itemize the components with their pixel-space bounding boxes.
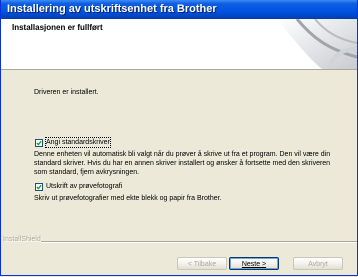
test-photo-description: Skriv ut prøvefotografier med ekte blekk… (34, 195, 222, 202)
title-bar: Installering av utskriftsenhet fra Broth… (1, 0, 357, 19)
default-printer-description: Denne enheten vil automatisk bli valgt n… (34, 151, 331, 176)
default-printer-checkbox[interactable] (35, 139, 43, 147)
back-button-label: < Tilbake (187, 261, 217, 268)
default-printer-label[interactable]: Angi standardskriver (45, 137, 111, 148)
header-banner-graphic (277, 19, 357, 69)
test-photo-label[interactable]: Utskrift av prøvefotografi (46, 182, 122, 191)
checkmark-icon (36, 184, 42, 190)
header-panel: Installasjonen er fullført (1, 19, 357, 70)
cancel-button-label: Avbryt (308, 261, 328, 268)
back-button[interactable]: < Tilbake (177, 257, 227, 270)
window-title: Installering av utskriftsenhet fra Broth… (7, 3, 217, 15)
driver-installed-text: Driveren er installert. (34, 89, 99, 96)
cancel-button[interactable]: Avbryt (293, 257, 343, 270)
next-button-label: Neste > (241, 261, 267, 268)
header-title: Installasjonen er fullført (12, 23, 103, 32)
next-button[interactable]: Neste > (229, 257, 279, 270)
footer-divider (41, 241, 357, 243)
installshield-brand: InstallShield (3, 236, 41, 243)
installer-window: Installering av utskriftsenhet fra Broth… (0, 0, 358, 276)
checkmark-icon (36, 140, 42, 146)
test-photo-checkbox[interactable] (35, 183, 43, 191)
